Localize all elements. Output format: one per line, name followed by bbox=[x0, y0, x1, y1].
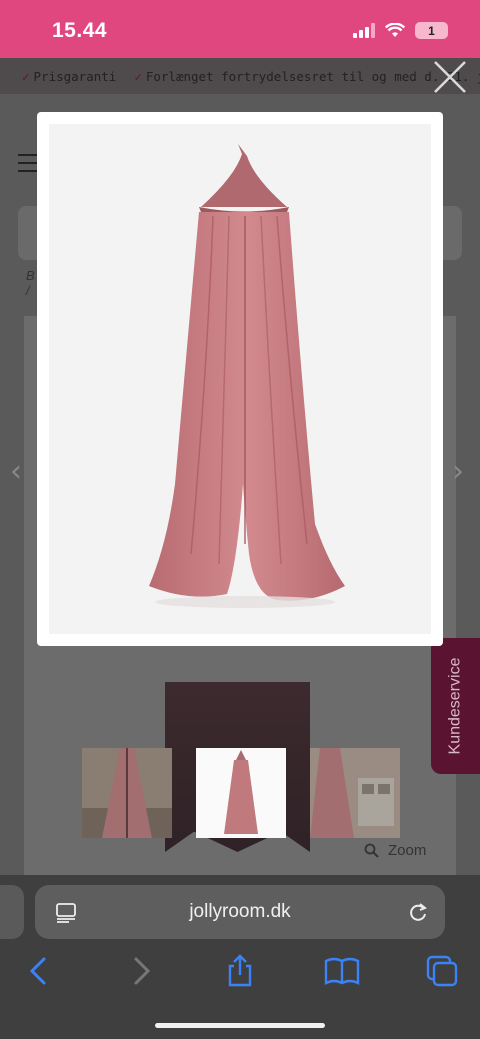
check-icon: ✓ bbox=[22, 68, 30, 84]
canopy-illustration bbox=[149, 144, 345, 608]
usp-item: ✓ Forlænget fortrydelsesret til og med d.… bbox=[134, 68, 480, 84]
wifi-icon bbox=[385, 23, 405, 37]
thumbnail-3[interactable] bbox=[310, 748, 400, 838]
status-time: 15.44 bbox=[52, 19, 108, 42]
browser-toolbar bbox=[0, 953, 480, 993]
image-lightbox bbox=[37, 112, 443, 646]
battery-level: 1 bbox=[428, 23, 435, 38]
forward-icon[interactable] bbox=[120, 953, 160, 989]
share-icon[interactable] bbox=[220, 953, 260, 989]
thumbnail-1[interactable] bbox=[82, 748, 172, 838]
status-icons: 1 bbox=[353, 22, 448, 39]
kundeservice-tab[interactable]: Kundeservice bbox=[431, 638, 480, 774]
zoom-button[interactable]: Zoom bbox=[364, 842, 426, 859]
kundeservice-label: Kundeservice bbox=[446, 657, 464, 755]
close-icon[interactable] bbox=[432, 59, 468, 95]
browser-chrome: jollyroom.dk bbox=[0, 875, 480, 1039]
home-indicator bbox=[155, 1023, 325, 1028]
chevron-left-icon[interactable]: ‹ bbox=[10, 454, 22, 489]
thumbnail-strip bbox=[82, 748, 400, 838]
status-bar: 15.44 1 bbox=[0, 0, 480, 58]
signal-icon bbox=[353, 23, 375, 38]
usp-item: ✓ Prisgaranti bbox=[22, 68, 117, 84]
reload-icon[interactable] bbox=[407, 901, 429, 923]
tabs-icon[interactable] bbox=[422, 953, 462, 989]
breadcrumb: B / bbox=[26, 268, 35, 298]
url-text: jollyroom.dk bbox=[189, 901, 291, 922]
battery-icon: 1 bbox=[415, 22, 448, 39]
thumbnail-2[interactable] bbox=[196, 748, 286, 838]
back-icon[interactable] bbox=[20, 953, 60, 989]
chevron-right-icon[interactable]: › bbox=[452, 454, 464, 489]
bookmarks-icon[interactable] bbox=[322, 953, 362, 989]
product-image bbox=[49, 124, 431, 634]
check-icon: ✓ bbox=[134, 68, 142, 84]
previous-tab[interactable] bbox=[0, 885, 24, 939]
magnifier-icon bbox=[364, 843, 379, 858]
usp-bar: ✓ Prisgaranti ✓ Forlænget fortrydelsesret … bbox=[0, 58, 480, 94]
address-bar[interactable]: jollyroom.dk bbox=[35, 885, 445, 939]
zoom-label: Zoom bbox=[388, 842, 427, 859]
